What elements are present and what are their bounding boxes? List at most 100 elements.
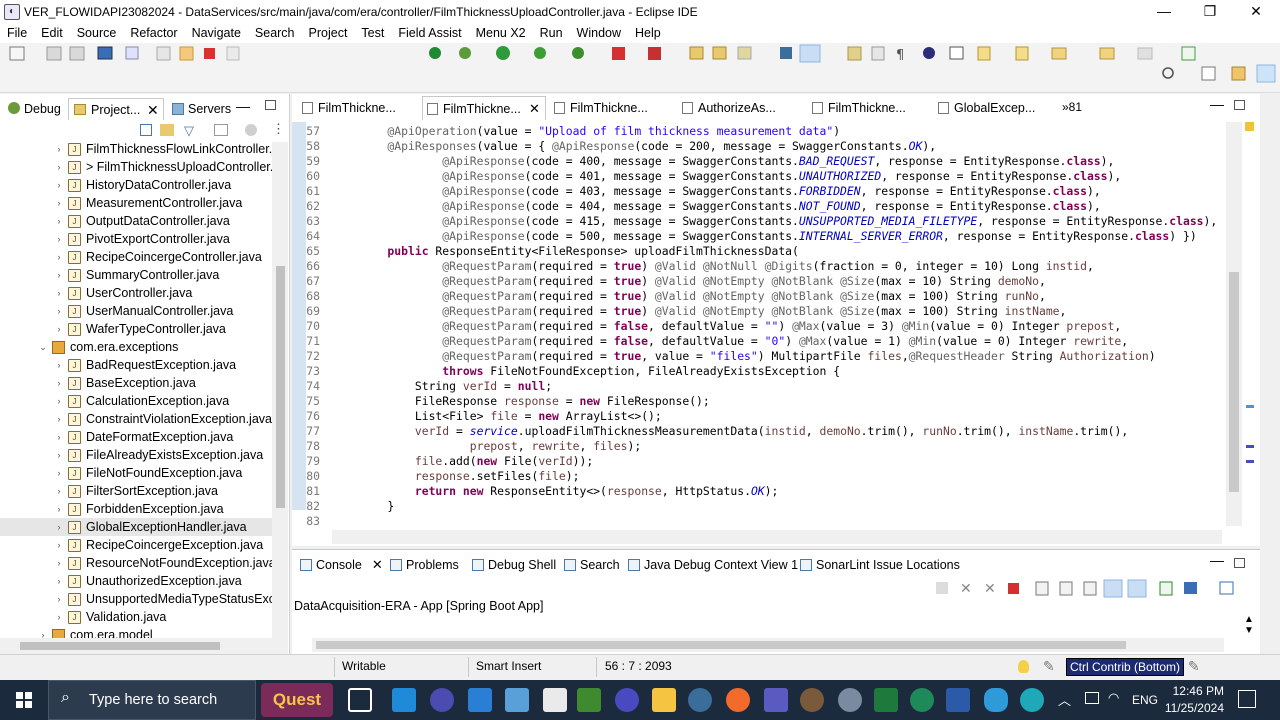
editor-tab[interactable]: GlobalExcep...	[934, 96, 1054, 120]
tree-java-file[interactable]: › J DateFormatException.java	[0, 428, 272, 446]
editor-tab[interactable]: FilmThickne...	[298, 96, 418, 120]
network-icon[interactable]	[1085, 692, 1099, 704]
insert-mode-status[interactable]: Smart Insert	[476, 659, 541, 673]
tab-project-explorer[interactable]: Project... ✕	[68, 98, 164, 120]
more-options-icon[interactable]: ⋮	[272, 121, 285, 137]
menu-item[interactable]: Project	[302, 23, 355, 43]
editor-tab[interactable]: FilmThickne...	[550, 96, 670, 120]
view-menu-icon[interactable]	[214, 124, 228, 136]
tree-java-file[interactable]: › J CalculationException.java	[0, 392, 272, 410]
context-contribution-button[interactable]: Ctrl Contrib (Bottom)	[1066, 658, 1185, 676]
code-line[interactable]: 62 @ApiResponse(code = 404, message = Sw…	[292, 199, 1242, 214]
eclipse-2-icon[interactable]	[615, 688, 639, 712]
minimize-view-icon[interactable]: —	[236, 98, 250, 114]
code-line[interactable]: 61 @ApiResponse(code = 403, message = Sw…	[292, 184, 1242, 199]
collapse-arrow-icon[interactable]: ›	[54, 500, 64, 518]
edit-icon[interactable]: ✎	[1188, 658, 1200, 675]
link-editor-icon[interactable]	[160, 124, 174, 136]
notification-icon[interactable]	[1238, 690, 1256, 708]
code-line[interactable]: 63 @ApiResponse(code = 415, message = Sw…	[292, 214, 1242, 229]
eclipse-taskbar-icon[interactable]	[430, 688, 454, 712]
collapse-arrow-icon[interactable]: ›	[54, 302, 64, 320]
tree-java-file[interactable]: › J FileNotFoundException.java	[0, 464, 272, 482]
gear-app-icon[interactable]	[800, 688, 824, 712]
close-tab-icon[interactable]: ✕	[529, 97, 540, 121]
tree-java-file[interactable]: › J SummaryController.java	[0, 266, 272, 284]
tree-java-file[interactable]: › J Validation.java	[0, 608, 272, 626]
tree-java-file[interactable]: › J RecipeCoincergeController.java	[0, 248, 272, 266]
store-icon[interactable]	[468, 688, 492, 712]
console-tab[interactable]: Debug Shell	[470, 554, 556, 576]
collapse-arrow-icon[interactable]: ›	[54, 266, 64, 284]
cursor-position[interactable]: 56 : 7 : 2093	[605, 659, 672, 673]
code-line[interactable]: 59 @ApiResponse(code = 400, message = Sw…	[292, 154, 1242, 169]
tree-java-file[interactable]: › J FilmThicknessFlowLinkController.ja	[0, 140, 272, 158]
collapse-arrow-icon[interactable]: ›	[54, 608, 64, 626]
word-icon[interactable]	[946, 688, 970, 712]
code-line[interactable]: 79 file.add(new File(verId));	[292, 454, 1242, 469]
console-tab[interactable]: Console ✕	[298, 554, 383, 576]
console-hscroll-thumb[interactable]	[316, 641, 1126, 649]
code-line[interactable]: 83	[292, 514, 1242, 529]
console-tab[interactable]: Problems	[388, 554, 459, 576]
code-line[interactable]: 75 FileResponse response = new FileRespo…	[292, 394, 1242, 409]
tree-java-file[interactable]: › J WaferTypeController.java	[0, 320, 272, 338]
quest-widget[interactable]: Quest	[261, 683, 333, 717]
collapse-arrow-icon[interactable]: ›	[54, 284, 64, 302]
code-line[interactable]: 60 @ApiResponse(code = 401, message = Sw…	[292, 169, 1242, 184]
collapse-arrow-icon[interactable]: ›	[54, 392, 64, 410]
windows-start-icon[interactable]	[16, 692, 32, 708]
keepass-icon[interactable]	[910, 688, 934, 712]
collapse-arrow-icon[interactable]: ›	[54, 356, 64, 374]
maximize-button[interactable]: ❐	[1187, 0, 1233, 23]
occurrence-marker[interactable]	[1246, 445, 1254, 448]
collapse-arrow-icon[interactable]: ›	[54, 554, 64, 572]
tree-java-file[interactable]: › J OutputDataController.java	[0, 212, 272, 230]
menu-item[interactable]: Run	[533, 23, 570, 43]
focus-icon[interactable]	[245, 124, 257, 136]
vscode-icon[interactable]	[392, 688, 416, 712]
menu-item[interactable]: Field Assist	[391, 23, 468, 43]
tray-chevron-icon[interactable]: ︿	[1058, 690, 1071, 709]
code-line[interactable]: 57 @ApiOperation(value = "Upload of film…	[292, 124, 1242, 139]
collapse-arrow-icon[interactable]: ›	[54, 194, 64, 212]
tree-hscroll-thumb[interactable]	[20, 642, 220, 650]
taskbar-search-box[interactable]: ⌕ Type here to search	[48, 680, 256, 720]
edge-icon[interactable]	[1020, 688, 1044, 712]
collapse-arrow-icon[interactable]: ›	[54, 428, 64, 446]
code-line[interactable]: 70 @RequestParam(required = false, defau…	[292, 319, 1242, 334]
tree-java-file[interactable]: › J BaseException.java	[0, 374, 272, 392]
collapse-arrow-icon[interactable]: ›	[54, 158, 64, 176]
tree-java-file[interactable]: › J RecipeCoincergeException.java	[0, 536, 272, 554]
tree-scroll-thumb[interactable]	[276, 266, 285, 508]
settings-app-icon[interactable]	[838, 688, 862, 712]
menu-item[interactable]: Window	[570, 23, 628, 43]
menu-item[interactable]: Menu X2	[469, 23, 533, 43]
code-line[interactable]: 78 prepost, rewrite, files);	[292, 439, 1242, 454]
menu-item[interactable]: Test	[354, 23, 391, 43]
menu-item[interactable]: Edit	[34, 23, 70, 43]
collapse-all-icon[interactable]	[140, 124, 152, 136]
task-view-icon[interactable]	[348, 688, 372, 712]
close-tab-icon[interactable]: ✕	[372, 557, 383, 572]
file-explorer-icon[interactable]	[652, 688, 676, 712]
tree-java-file[interactable]: › J GlobalExceptionHandler.java	[0, 518, 272, 536]
collapse-arrow-icon[interactable]: ›	[54, 518, 64, 536]
menu-item[interactable]: Refactor	[123, 23, 184, 43]
occurrence-marker[interactable]	[1246, 460, 1254, 463]
code-line[interactable]: 82 }	[292, 499, 1242, 514]
tree-java-file[interactable]: › J ForbiddenException.java	[0, 500, 272, 518]
notepad-icon[interactable]	[543, 688, 567, 712]
code-line[interactable]: 66 @RequestParam(required = true) @Valid…	[292, 259, 1242, 274]
postman-icon[interactable]	[726, 688, 750, 712]
tree-java-file[interactable]: › J UserManualController.java	[0, 302, 272, 320]
console-tab[interactable]: Java Debug Context View 1	[626, 554, 798, 576]
editor-tab[interactable]: AuthorizeAs...	[678, 96, 798, 120]
code-line[interactable]: 58 @ApiResponses(value = { @ApiResponse(…	[292, 139, 1242, 154]
minimize-editor-icon[interactable]: —	[1210, 96, 1224, 112]
collapse-arrow-icon[interactable]: ›	[54, 176, 64, 194]
code-line[interactable]: 77 verId = service.uploadFilmThicknessMe…	[292, 424, 1242, 439]
tree-java-file[interactable]: › J MeasurementController.java	[0, 194, 272, 212]
excel-icon[interactable]	[874, 688, 898, 712]
tab-servers[interactable]: Servers	[170, 98, 231, 120]
